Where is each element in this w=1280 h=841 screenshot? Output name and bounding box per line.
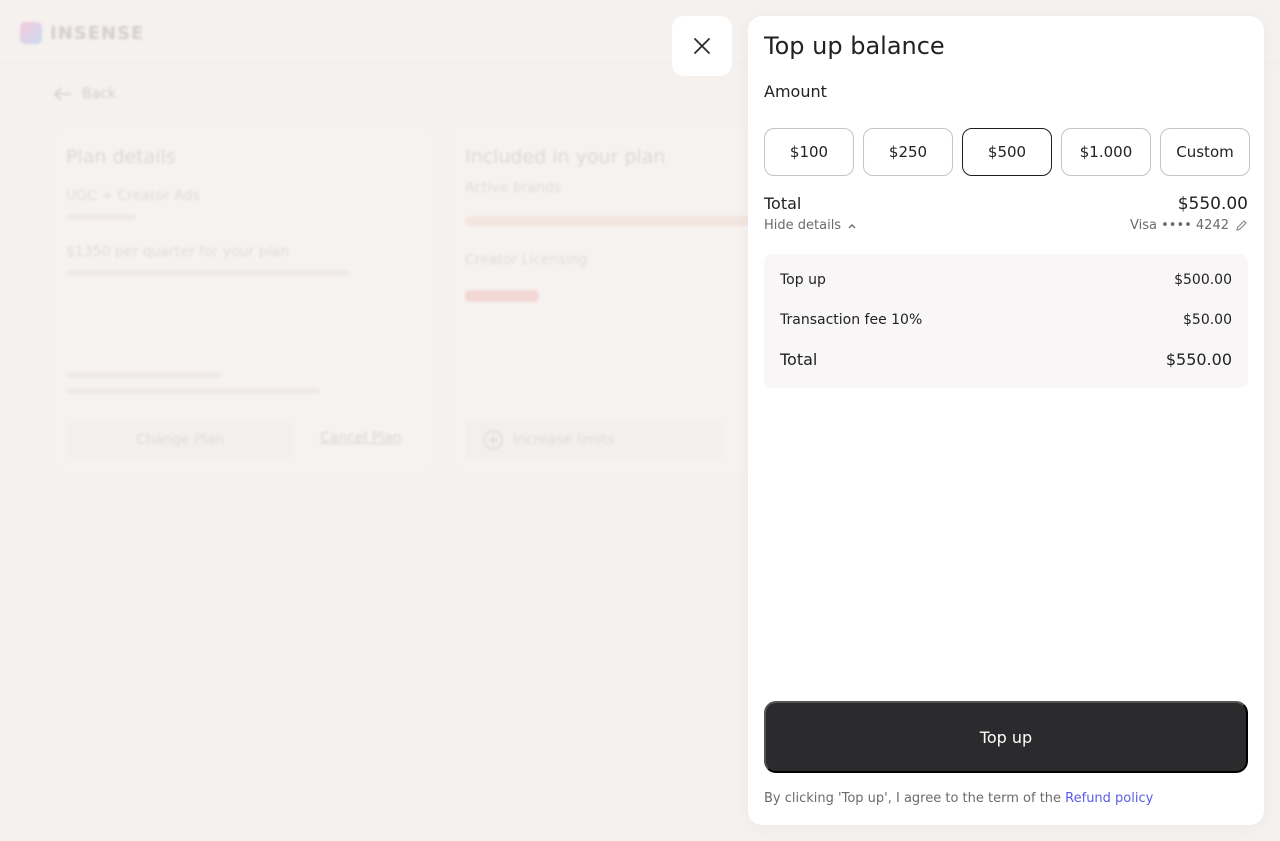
close-icon [694, 38, 710, 54]
active-brands-label: Active brands [465, 180, 562, 196]
amount-option-250[interactable]: $250 [863, 128, 953, 176]
included-plan-card: Included in your plan Active brands Crea… [453, 130, 753, 470]
plan-details-title: Plan details [66, 146, 176, 168]
topup-row-value: $500.00 [1174, 272, 1232, 288]
increase-limits-label: Increase limits [513, 432, 615, 448]
details-breakdown: Top up $500.00 Transaction fee 10% $50.0… [764, 254, 1248, 388]
close-button[interactable] [672, 16, 732, 76]
agreement-text: By clicking 'Top up', I agree to the ter… [764, 791, 1153, 806]
skeleton-line [66, 214, 136, 220]
chevron-up-icon [848, 223, 856, 228]
plan-details-card: Plan details UGC + Creator Ads $1350 per… [54, 130, 430, 470]
back-label: Back [82, 86, 116, 102]
total-value: $550.00 [1177, 194, 1248, 214]
total-label: Total [764, 194, 802, 213]
logo-icon [20, 22, 42, 44]
details-total-value: $550.00 [1165, 350, 1232, 369]
back-link[interactable]: Back [54, 86, 116, 102]
amount-label: Amount [764, 82, 827, 101]
creator-licensing-label: Creator Licensing [465, 252, 588, 268]
logo-text: INSENSE [50, 22, 145, 44]
change-plan-button[interactable]: Change Plan [66, 420, 294, 460]
amount-options: $100 $250 $500 $1.000 Custom [764, 128, 1250, 176]
active-brands-progress [465, 216, 753, 226]
increase-limits-button[interactable]: Increase limits [465, 420, 725, 460]
fee-row-label: Transaction fee 10% [780, 312, 923, 328]
amount-option-1000[interactable]: $1.000 [1061, 128, 1151, 176]
hide-details-label: Hide details [764, 218, 842, 233]
cancel-plan-link[interactable]: Cancel Plan [320, 430, 402, 446]
amount-option-100[interactable]: $100 [764, 128, 854, 176]
included-title: Included in your plan [465, 146, 666, 168]
fee-row-value: $50.00 [1183, 312, 1232, 328]
details-total-row: Total $550.00 [780, 350, 1232, 369]
logo: INSENSE [20, 22, 144, 44]
plan-name: UGC + Creator Ads [66, 188, 200, 204]
topup-row: Top up $500.00 [780, 272, 1232, 288]
amount-option-custom[interactable]: Custom [1160, 128, 1250, 176]
plan-price: $1350 per quarter for your plan [66, 244, 289, 260]
drawer-title: Top up balance [764, 32, 945, 60]
hide-details-toggle[interactable]: Hide details [764, 218, 857, 233]
details-total-label: Total [780, 350, 818, 369]
skeleton-line [66, 388, 320, 394]
topup-row-label: Top up [780, 272, 826, 288]
top-up-drawer: Top up balance Amount $100 $250 $500 $1.… [748, 16, 1264, 825]
agreement-label: By clicking 'Top up', I agree to the ter… [764, 791, 1066, 806]
amount-option-500[interactable]: $500 [962, 128, 1052, 176]
refund-policy-link[interactable]: Refund policy [1065, 791, 1153, 806]
creator-licensing-badge [465, 290, 539, 302]
pencil-icon [1236, 220, 1247, 231]
top-up-button[interactable]: Top up [764, 701, 1248, 773]
fee-row: Transaction fee 10% $50.00 [780, 312, 1232, 328]
card-info-label: Visa •••• 4242 [1130, 218, 1229, 233]
skeleton-line [66, 372, 222, 378]
payment-method[interactable]: Visa •••• 4242 [1130, 218, 1248, 233]
skeleton-line [66, 270, 350, 276]
arrow-left-icon [54, 87, 71, 101]
plus-circle-icon [483, 430, 503, 450]
